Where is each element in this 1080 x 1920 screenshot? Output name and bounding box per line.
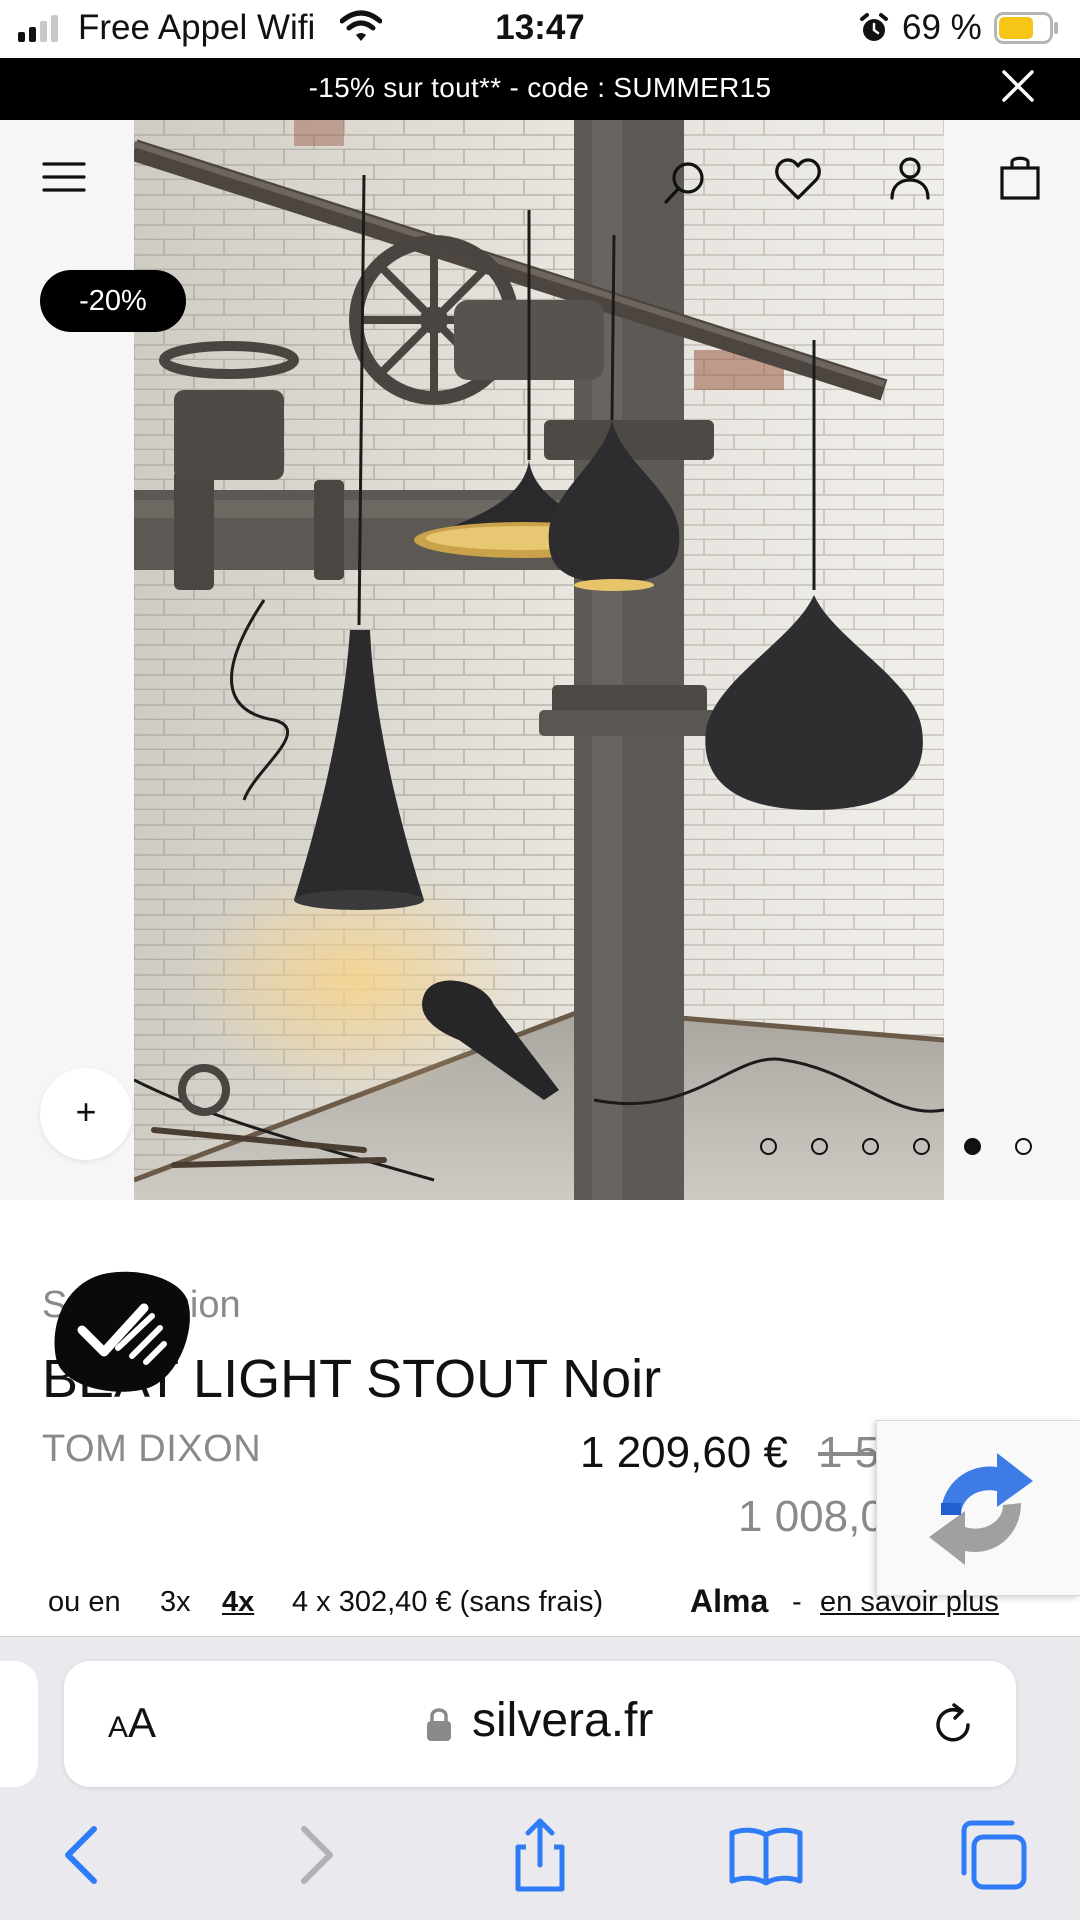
user-icon[interactable] xyxy=(884,152,936,204)
carousel-dot[interactable] xyxy=(1015,1138,1032,1155)
browser-toolbar: AA silvera.fr xyxy=(0,1636,1080,1920)
current-price: 1 209,60 € xyxy=(580,1428,788,1477)
carousel-dot[interactable] xyxy=(913,1138,930,1155)
shopping-bag-icon[interactable] xyxy=(994,152,1046,204)
status-bar: Free Appel Wifi 13:47 69 % xyxy=(0,0,1080,58)
trust-badge-check-icon[interactable] xyxy=(52,1268,192,1396)
carousel-dot[interactable] xyxy=(964,1138,981,1155)
installments-prefix: ou en xyxy=(48,1586,121,1618)
previous-tab-peek[interactable] xyxy=(0,1661,38,1787)
back-icon[interactable] xyxy=(42,1815,122,1895)
promo-text: -15% sur tout** - code : SUMMER15 xyxy=(308,72,772,103)
reload-icon[interactable] xyxy=(928,1699,980,1751)
discount-badge: -20% xyxy=(40,270,186,332)
battery-icon xyxy=(994,12,1058,44)
lock-icon xyxy=(427,1708,451,1741)
promo-banner: -15% sur tout** - code : SUMMER15 xyxy=(0,58,1080,120)
tabs-icon[interactable] xyxy=(954,1815,1034,1895)
alma-logo: Alma xyxy=(690,1583,769,1619)
installment-option-4x[interactable]: 4x xyxy=(222,1586,254,1619)
battery-percentage: 69 % xyxy=(902,8,982,47)
bookmarks-icon[interactable] xyxy=(726,1815,806,1895)
address-bar[interactable]: AA silvera.fr xyxy=(64,1661,1016,1787)
installments-row: ou en 3x 4x 4 x 302,40 € (sans frais) Al… xyxy=(0,1576,1080,1636)
alarm-icon xyxy=(860,13,888,41)
forward-icon[interactable] xyxy=(276,1815,356,1895)
carousel-pagination xyxy=(760,1138,1032,1155)
close-icon[interactable] xyxy=(998,66,1038,106)
learn-more-link[interactable]: en savoir plus xyxy=(820,1586,999,1619)
url-text[interactable]: silvera.fr xyxy=(472,1693,653,1748)
carousel-dot[interactable] xyxy=(862,1138,879,1155)
share-icon[interactable] xyxy=(500,1815,580,1895)
zoom-button[interactable]: + xyxy=(40,1068,132,1160)
carousel-dot[interactable] xyxy=(760,1138,777,1155)
installment-detail: 4 x 302,40 € (sans frais) xyxy=(292,1586,604,1618)
product-photo xyxy=(134,120,944,1200)
recaptcha-badge[interactable] xyxy=(876,1420,1080,1596)
product-brand[interactable]: TOM DIXON xyxy=(42,1428,261,1471)
heart-icon[interactable] xyxy=(772,154,824,206)
text-size-button[interactable]: AA xyxy=(108,1699,156,1747)
search-icon[interactable] xyxy=(660,156,712,208)
original-price: 1 5 xyxy=(818,1428,880,1477)
carousel-dot[interactable] xyxy=(811,1138,828,1155)
separator: - xyxy=(792,1586,802,1618)
installment-option-3x[interactable]: 3x xyxy=(160,1586,191,1619)
recaptcha-icon xyxy=(929,1453,1033,1565)
hamburger-menu-icon[interactable] xyxy=(40,152,92,204)
price-excluding-tax: 1 008,0 xyxy=(738,1492,885,1541)
